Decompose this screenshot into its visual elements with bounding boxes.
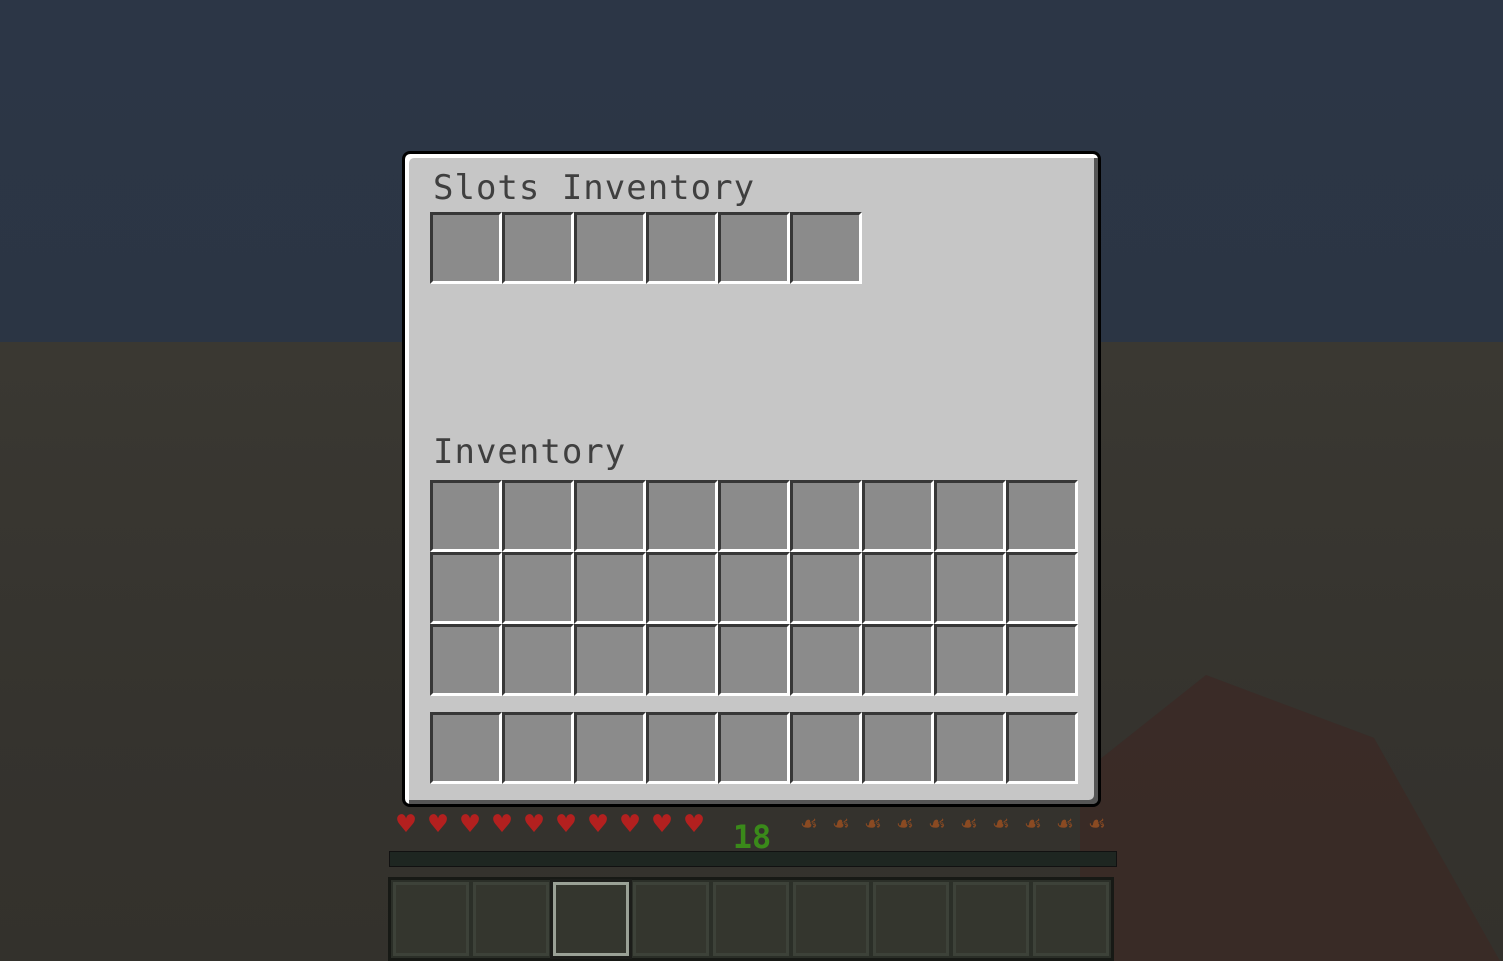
- player-inventory-title: Inventory: [433, 432, 627, 472]
- inventory-slot[interactable]: [646, 552, 718, 624]
- drumstick-icon: ☙: [961, 810, 977, 840]
- heart-icon: ♥: [652, 807, 672, 842]
- inventory-slot[interactable]: [502, 552, 574, 624]
- drumstick-icon: ☙: [801, 810, 817, 840]
- inventory-slot[interactable]: [934, 480, 1006, 552]
- hotbar-inventory-slot[interactable]: [646, 712, 718, 784]
- hotbar-inventory-slot[interactable]: [502, 712, 574, 784]
- inventory-slot[interactable]: [718, 552, 790, 624]
- heart-icon: ♥: [492, 807, 512, 842]
- player-hotbar-grid: [430, 712, 1078, 784]
- hud-hotbar-slot[interactable]: [473, 882, 549, 956]
- custom-inventory-slot[interactable]: [430, 212, 502, 284]
- heart-icon: ♥: [684, 807, 704, 842]
- inventory-slot[interactable]: [1006, 552, 1078, 624]
- drumstick-icon: ☙: [929, 810, 945, 840]
- hotbar-inventory-slot[interactable]: [574, 712, 646, 784]
- inventory-slot[interactable]: [502, 480, 574, 552]
- hud-hotbar[interactable]: [388, 877, 1114, 961]
- inventory-slot[interactable]: [430, 624, 502, 696]
- inventory-slot[interactable]: [862, 480, 934, 552]
- drumstick-icon: ☙: [897, 810, 913, 840]
- heart-icon: ♥: [588, 807, 608, 842]
- hunger-bar: ☙ ☙ ☙ ☙ ☙ ☙ ☙ ☙ ☙ ☙: [793, 810, 1113, 840]
- hotbar-inventory-slot[interactable]: [862, 712, 934, 784]
- drumstick-icon: ☙: [865, 810, 881, 840]
- hud-hotbar-slot[interactable]: [873, 882, 949, 956]
- inventory-slot[interactable]: [1006, 480, 1078, 552]
- inventory-slot[interactable]: [1006, 624, 1078, 696]
- inventory-slot[interactable]: [574, 552, 646, 624]
- hud-hotbar-slot[interactable]: [793, 882, 869, 956]
- hud-hotbar-slot[interactable]: [713, 882, 789, 956]
- inventory-slot[interactable]: [790, 552, 862, 624]
- heart-icon: ♥: [460, 807, 480, 842]
- inventory-slot[interactable]: [862, 624, 934, 696]
- inventory-slot[interactable]: [430, 552, 502, 624]
- drumstick-icon: ☙: [1025, 810, 1041, 840]
- drumstick-icon: ☙: [833, 810, 849, 840]
- inventory-window: Slots Inventory Inventory: [402, 151, 1101, 807]
- inventory-slot[interactable]: [934, 624, 1006, 696]
- hud-hotbar-slot[interactable]: [953, 882, 1029, 956]
- health-bar: ♥ ♥ ♥ ♥ ♥ ♥ ♥ ♥ ♥ ♥: [390, 810, 710, 840]
- hud-hotbar-slot[interactable]: [553, 882, 629, 956]
- hotbar-inventory-slot[interactable]: [934, 712, 1006, 784]
- custom-slots-grid: [430, 212, 862, 284]
- hotbar-inventory-slot[interactable]: [430, 712, 502, 784]
- custom-inventory-slot[interactable]: [646, 212, 718, 284]
- custom-inventory-slot[interactable]: [790, 212, 862, 284]
- inventory-slot[interactable]: [574, 624, 646, 696]
- hud-hotbar-slot[interactable]: [393, 882, 469, 956]
- inventory-slot[interactable]: [790, 480, 862, 552]
- heart-icon: ♥: [396, 807, 416, 842]
- custom-inventory-slot[interactable]: [574, 212, 646, 284]
- inventory-slot[interactable]: [646, 624, 718, 696]
- custom-inventory-slot[interactable]: [718, 212, 790, 284]
- inventory-slot[interactable]: [934, 552, 1006, 624]
- inventory-slot[interactable]: [862, 552, 934, 624]
- heart-icon: ♥: [428, 807, 448, 842]
- inventory-slot[interactable]: [790, 624, 862, 696]
- slots-inventory-title: Slots Inventory: [433, 168, 756, 208]
- hud-hotbar-slot[interactable]: [1033, 882, 1109, 956]
- hotbar-inventory-slot[interactable]: [1006, 712, 1078, 784]
- player-inventory-grid: [430, 480, 1078, 696]
- hud-hotbar-slot[interactable]: [633, 882, 709, 956]
- drumstick-icon: ☙: [993, 810, 1009, 840]
- hotbar-inventory-slot[interactable]: [790, 712, 862, 784]
- custom-inventory-slot[interactable]: [502, 212, 574, 284]
- drumstick-icon: ☙: [1089, 810, 1105, 840]
- experience-bar: [389, 851, 1117, 867]
- heart-icon: ♥: [620, 807, 640, 842]
- inventory-slot[interactable]: [574, 480, 646, 552]
- hotbar-inventory-slot[interactable]: [718, 712, 790, 784]
- drumstick-icon: ☙: [1057, 810, 1073, 840]
- heart-icon: ♥: [556, 807, 576, 842]
- heart-icon: ♥: [524, 807, 544, 842]
- inventory-slot[interactable]: [430, 480, 502, 552]
- inventory-slot[interactable]: [718, 624, 790, 696]
- inventory-slot[interactable]: [646, 480, 718, 552]
- inventory-slot[interactable]: [502, 624, 574, 696]
- inventory-slot[interactable]: [718, 480, 790, 552]
